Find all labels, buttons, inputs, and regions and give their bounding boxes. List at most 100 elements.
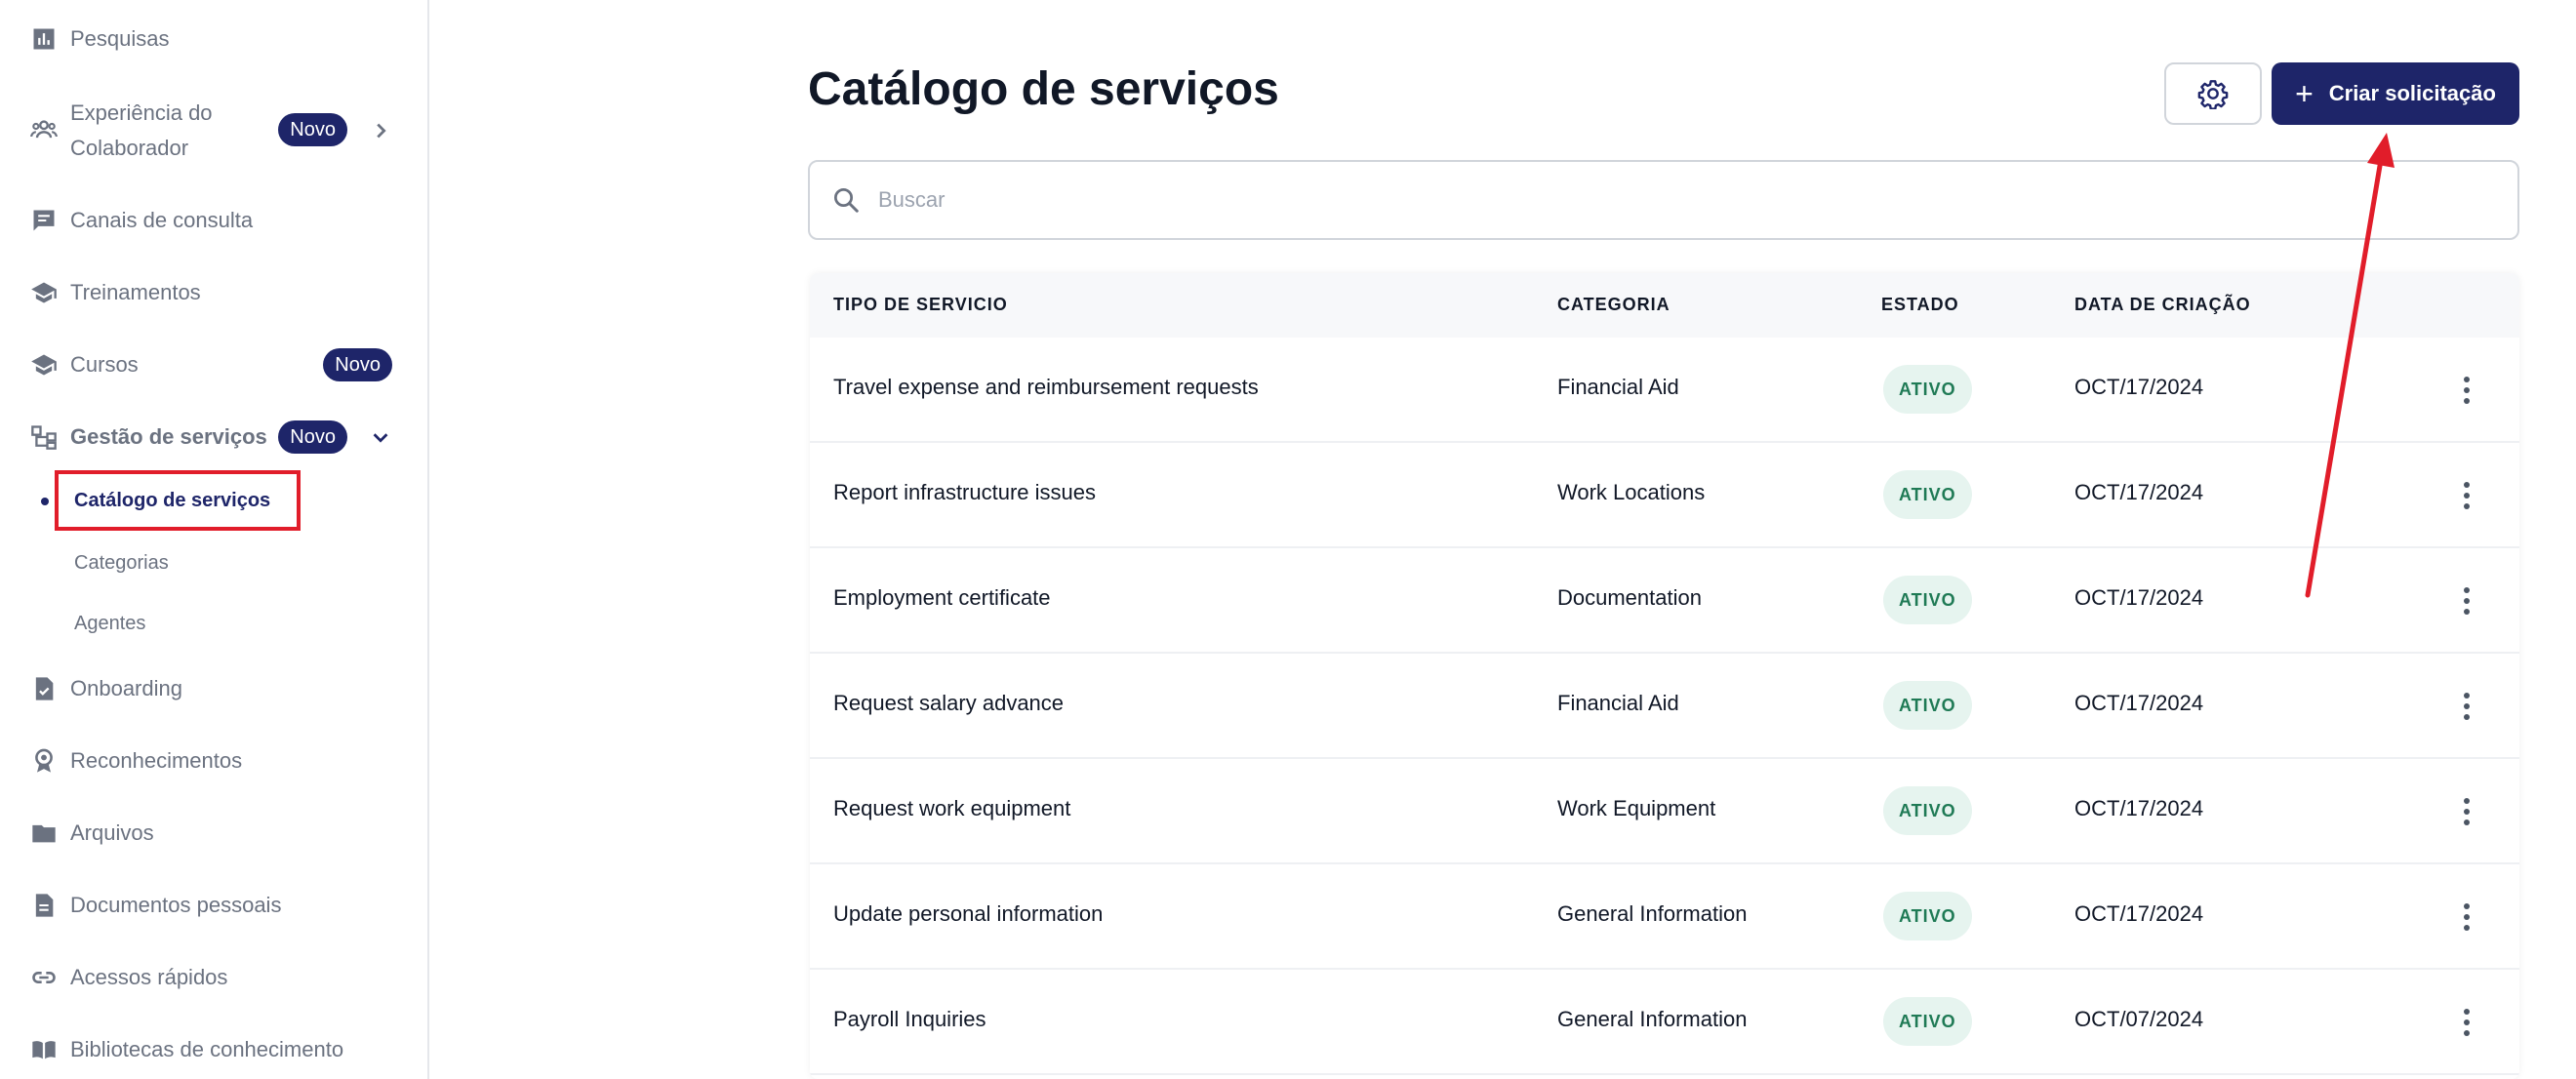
search-icon — [834, 188, 859, 213]
sidebar-item-onboarding[interactable]: Onboarding — [29, 671, 392, 706]
sidebar-item-label: Treinamentos — [70, 280, 201, 304]
page-title: Catálogo de serviços — [808, 63, 1279, 115]
document-check-icon — [29, 674, 59, 703]
table-row[interactable]: Travel expense and reimbursement request… — [810, 338, 2519, 443]
created-date-cell: OCT/17/2024 — [2074, 796, 2204, 820]
plus-icon: + — [2295, 76, 2314, 111]
more-options-icon[interactable] — [2449, 581, 2484, 620]
service-type-cell: Update personal information — [833, 901, 1104, 926]
sidebar-item-label: Acessos rápidos — [70, 965, 228, 989]
new-badge: Novo — [278, 113, 347, 146]
active-dot — [41, 498, 49, 505]
more-options-icon[interactable] — [2449, 792, 2484, 831]
sidebar-item-label: Cursos — [70, 352, 139, 377]
table-row[interactable]: Request salary advance Financial Aid ATIVO… — [810, 654, 2519, 759]
search-input[interactable] — [878, 187, 2439, 213]
service-type-cell: Request work equipment — [833, 796, 1071, 820]
created-date-cell: OCT/17/2024 — [2074, 691, 2204, 715]
create-request-label: Criar solicitação — [2328, 81, 2496, 105]
sidebar-item-experiencia[interactable]: Experiência do Colaborador Novo — [29, 96, 392, 166]
hierarchy-icon — [29, 422, 59, 452]
sidebar-item-pesquisas[interactable]: Pesquisas — [29, 21, 392, 57]
category-cell: General Information — [1557, 901, 1748, 926]
category-cell: Documentation — [1557, 585, 1702, 610]
status-badge: ATIVO — [1883, 576, 1972, 624]
table-row[interactable]: Report infrastructure issues Work Locatio… — [810, 443, 2519, 548]
more-options-icon[interactable] — [2449, 687, 2484, 726]
sidebar-item-bibliotecas[interactable]: Bibliotecas de conhecimento — [29, 1032, 392, 1067]
table-row[interactable]: Update personal information General Infor… — [810, 864, 2519, 970]
sidebar-subitem-label: Catálogo de serviços — [74, 489, 271, 511]
sidebar-subitem-agentes[interactable]: Agentes — [74, 609, 145, 638]
column-header-service-type[interactable]: TIPO DE SERVICIO — [833, 295, 1008, 315]
created-date-cell: OCT/17/2024 — [2074, 585, 2204, 610]
table-row[interactable]: Payroll Inquiries General Information ATIV… — [810, 970, 2519, 1075]
search-bar — [808, 160, 2519, 240]
chat-icon — [29, 206, 59, 235]
category-cell: Work Locations — [1557, 480, 1706, 504]
sidebar-subitem-categorias[interactable]: Categorias — [74, 548, 169, 578]
new-badge: Novo — [278, 420, 347, 454]
created-date-cell: OCT/17/2024 — [2074, 480, 2204, 504]
link-icon — [29, 963, 59, 992]
sidebar-item-documentos[interactable]: Documentos pessoais — [29, 888, 392, 923]
sidebar: Pesquisas Experiência do Colaborador Nov… — [0, 0, 429, 1079]
sidebar-item-reconhecimentos[interactable]: Reconhecimentos — [29, 743, 392, 779]
sidebar-item-label: Arquivos — [70, 820, 154, 845]
people-icon — [29, 115, 59, 144]
book-icon — [29, 1035, 59, 1064]
sidebar-item-acessos[interactable]: Acessos rápidos — [29, 960, 392, 995]
category-cell: Financial Aid — [1557, 375, 1679, 399]
more-options-icon[interactable] — [2449, 898, 2484, 937]
status-badge: ATIVO — [1883, 470, 1972, 519]
service-type-cell: Payroll Inquiries — [833, 1007, 986, 1031]
status-badge: ATIVO — [1883, 365, 1972, 414]
service-type-cell: Request salary advance — [833, 691, 1065, 715]
sidebar-item-label-line2: Colaborador — [70, 136, 189, 160]
created-date-cell: OCT/07/2024 — [2074, 1007, 2204, 1031]
sidebar-subitem-catalogo[interactable]: Catálogo de serviços — [41, 470, 301, 531]
table-header: TIPO DE SERVICIO CATEGORIA ESTADO DATA D… — [810, 273, 2519, 338]
sidebar-item-label: Reconhecimentos — [70, 748, 243, 773]
more-options-icon[interactable] — [2449, 371, 2484, 410]
status-badge: ATIVO — [1883, 892, 1972, 940]
sidebar-item-label: Gestão de serviços — [70, 424, 267, 449]
settings-button[interactable] — [2164, 62, 2262, 125]
table-row[interactable]: Employment certificate Documentation ATIVO… — [810, 548, 2519, 654]
graduation-cap-icon — [29, 278, 59, 307]
document-icon — [29, 891, 59, 920]
more-options-icon[interactable] — [2449, 476, 2484, 515]
graduation-cap-icon — [29, 350, 59, 380]
sidebar-item-canais[interactable]: Canais de consulta — [29, 203, 392, 238]
sidebar-item-arquivos[interactable]: Arquivos — [29, 816, 392, 851]
column-header-category[interactable]: CATEGORIA — [1557, 295, 1670, 315]
more-options-icon[interactable] — [2449, 1003, 2484, 1042]
service-type-cell: Travel expense and reimbursement request… — [833, 375, 1259, 399]
create-request-button[interactable]: + Criar solicitação — [2272, 62, 2519, 125]
category-cell: General Information — [1557, 1007, 1748, 1031]
award-icon — [29, 746, 59, 776]
bar-chart-icon — [29, 24, 59, 54]
created-date-cell: OCT/17/2024 — [2074, 375, 2204, 399]
sidebar-item-label: Onboarding — [70, 676, 182, 700]
sidebar-item-label: Documentos pessoais — [70, 893, 282, 917]
sidebar-item-gestao-servicos[interactable]: Gestão de serviços Novo — [29, 420, 392, 455]
created-date-cell: OCT/17/2024 — [2074, 901, 2204, 926]
sidebar-item-label: Canais de consulta — [70, 208, 254, 232]
services-table: TIPO DE SERVICIO CATEGORIA ESTADO DATA D… — [810, 273, 2519, 1079]
service-type-cell: Report infrastructure issues — [833, 480, 1096, 504]
sidebar-item-treinamentos[interactable]: Treinamentos — [29, 275, 392, 310]
sidebar-item-cursos[interactable]: Cursos Novo — [29, 347, 392, 382]
column-header-created-date[interactable]: DATA DE CRIAÇÃO — [2074, 295, 2251, 315]
status-badge: ATIVO — [1883, 786, 1972, 835]
service-type-cell: Employment certificate — [833, 585, 1051, 610]
gear-icon — [2197, 80, 2229, 109]
chevron-down-icon[interactable] — [369, 425, 392, 449]
table-row[interactable]: Request work equipment Work Equipment ATIV… — [810, 759, 2519, 864]
new-badge: Novo — [323, 348, 392, 381]
column-header-status[interactable]: ESTADO — [1881, 295, 1959, 315]
chevron-right-icon[interactable] — [369, 119, 392, 142]
sidebar-item-label: Bibliotecas de conhecimento — [70, 1037, 344, 1061]
status-badge: ATIVO — [1883, 681, 1972, 730]
folder-icon — [29, 819, 59, 848]
